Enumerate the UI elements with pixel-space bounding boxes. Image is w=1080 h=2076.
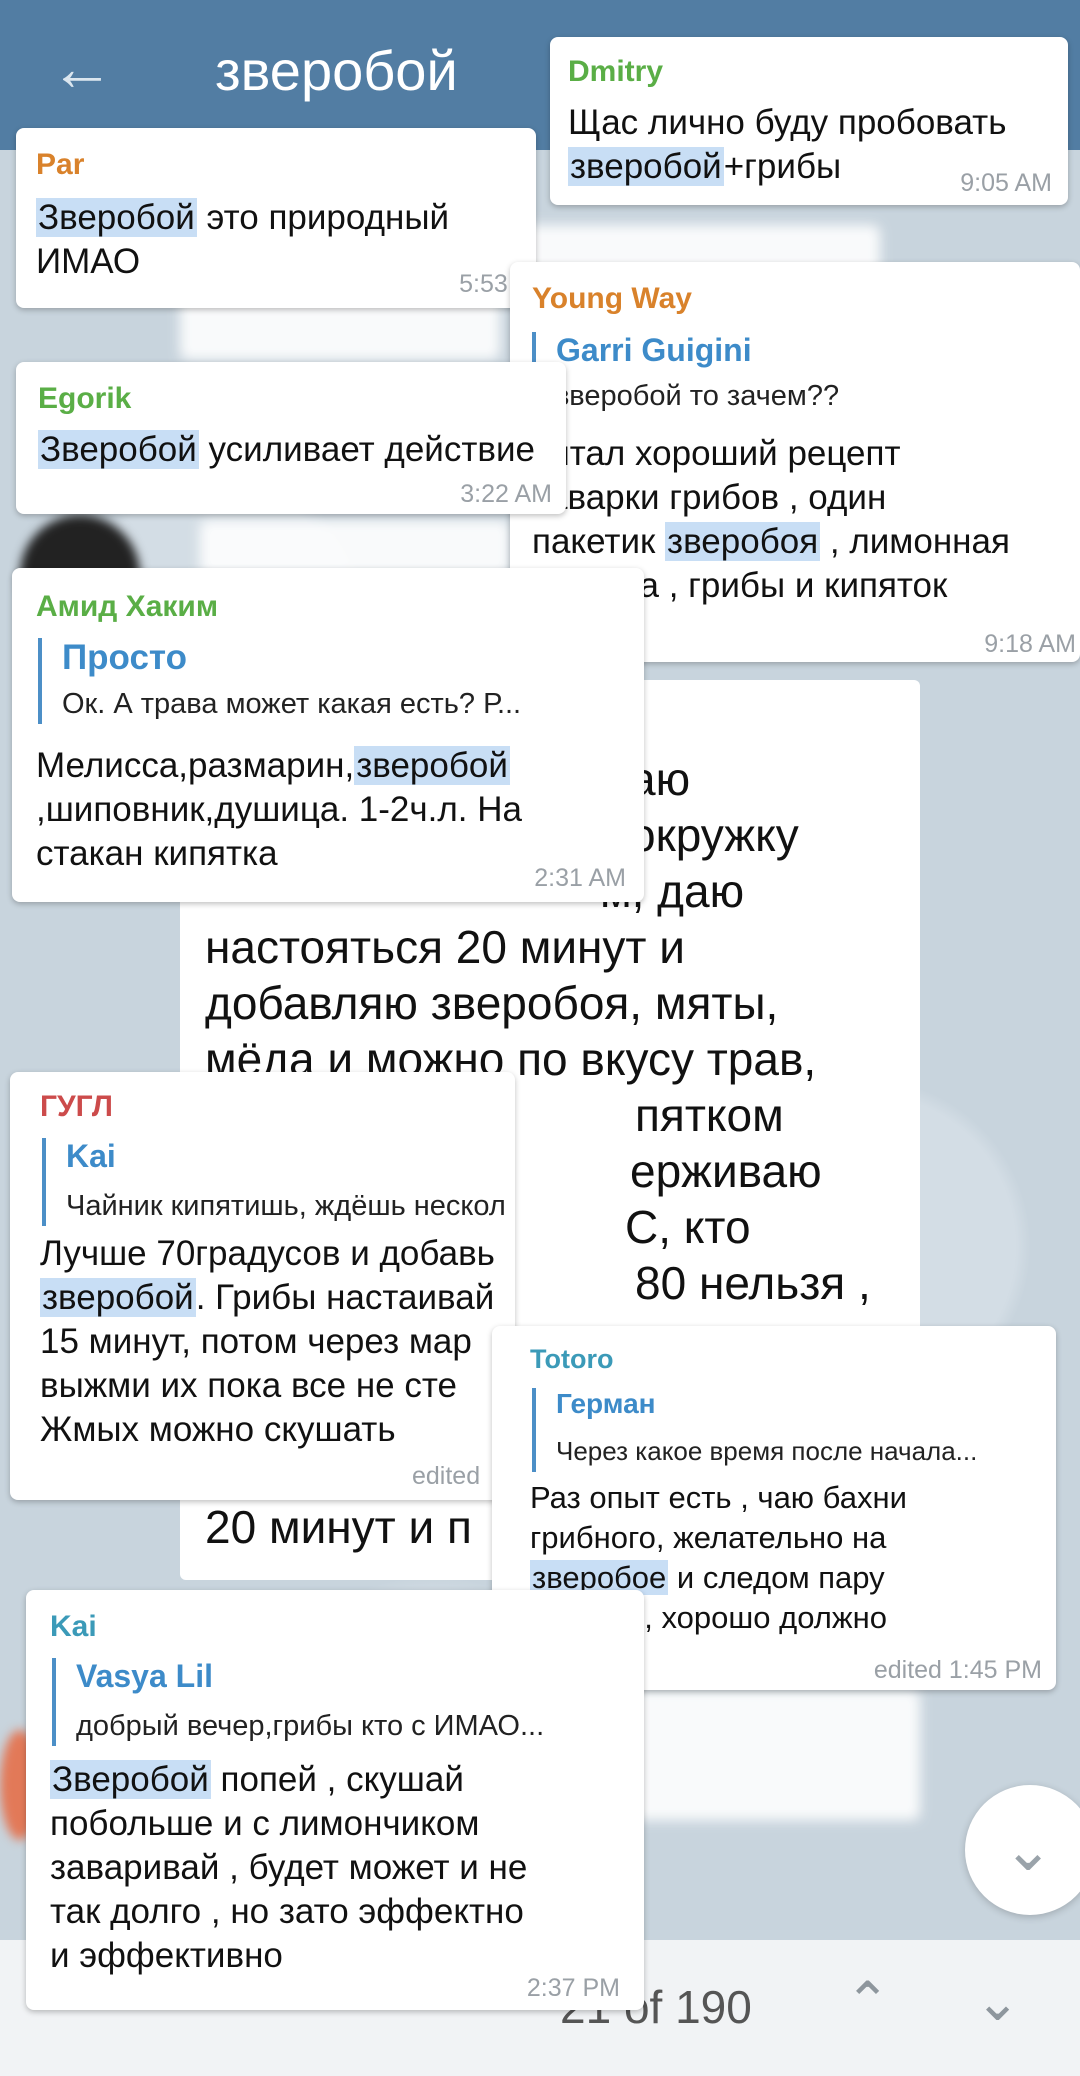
chat-title: зверобой [215, 39, 458, 102]
sender-name: Kai [50, 1610, 97, 1643]
reply-sender: Kai [66, 1138, 116, 1174]
message-line: добавляю зверобоя, мяты, [205, 977, 779, 1029]
reply-sender: Vasya Lil [76, 1658, 213, 1694]
reply-text: Ок. А трава может какая есть? Р... [62, 688, 522, 720]
back-arrow-icon[interactable]: ← [50, 36, 114, 100]
message-time: 9:05 AM [960, 169, 1052, 197]
reply-text: добрый вечер,грибы кто с ИМАО... [76, 1710, 545, 1742]
message-line: 20 минут и п [205, 1501, 472, 1553]
message-text: Лучше 70градусов и добавь зверобой. Гриб… [40, 1234, 495, 1449]
message-text: Зверобой усиливает действие [38, 430, 535, 469]
reply-text: Чайник кипятишь, ждёшь нескол... [66, 1190, 506, 1222]
message-card-kai: Kai Vasya Lil добрый вечер,грибы кто с И… [26, 1590, 644, 2010]
blurred-message [200, 520, 510, 575]
search-highlight: зверобой [40, 1278, 196, 1317]
message-time: 2:37 PM [526, 1974, 620, 2002]
message-card-amid: Амид Хаким Просто Ок. А трава может кака… [12, 568, 644, 902]
sender-name: Par [36, 148, 85, 181]
sender-name: Totoro [530, 1344, 614, 1374]
message-time: 3:22 AM [460, 480, 552, 508]
reply-quote[interactable]: Герман Через какое время после начала... [532, 1388, 1046, 1472]
message-card-gugl: ГУГЛ Kai Чайник кипятишь, ждёшь нескол..… [10, 1072, 515, 1500]
search-highlight: зверобой [354, 746, 510, 785]
message-time: edited [412, 1462, 481, 1490]
message-line: ерживаю [630, 1145, 822, 1197]
blurred-message [620, 1690, 920, 1820]
reply-sender: Просто [62, 638, 187, 677]
scroll-down-icon: ⌄ [1003, 1816, 1054, 1883]
sender-name: Egorik [38, 382, 132, 415]
message-line: настояться 20 минут и [205, 921, 685, 973]
message-card-dmitry: Dmitry Щас лично буду пробовать зверобой… [550, 37, 1068, 205]
message-line: окружку [630, 809, 799, 861]
sender-name: Dmitry [568, 55, 664, 88]
search-highlight: Зверобой [36, 198, 197, 237]
search-highlight: зверобоя [665, 522, 821, 561]
message-text: Щас лично буду пробовать зверобой+грибы [568, 103, 1007, 186]
message-text: Мелисса,размарин,зверобой ,шиповник,души… [36, 746, 522, 873]
message-text: Зверобой попей , скушай побольше и с лим… [50, 1760, 528, 1975]
sender-name: Амид Хаким [36, 590, 219, 623]
message-time: 2:31 AM [534, 864, 626, 892]
reply-quote[interactable]: Garri Guigini зверобой то зачем?? [532, 332, 1056, 414]
message-time: edited 1:45 PM [873, 1656, 1042, 1684]
reply-quote[interactable]: Просто Ок. А трава может какая есть? Р..… [38, 638, 632, 724]
message-card-egorik: Egorik Зверобой усиливает действие 3:22 … [16, 362, 566, 514]
message-card-par: Par Зверобой это природный ИМАО 5:53 A [16, 128, 536, 308]
message-line: пятком [635, 1089, 784, 1141]
reply-text: Через какое время после начала... [556, 1436, 978, 1466]
chevron-up-icon[interactable]: ⌃ [845, 1970, 890, 2033]
reply-sender: Garri Guigini [556, 332, 752, 368]
sender-name: ГУГЛ [40, 1090, 113, 1123]
chevron-down-icon[interactable]: ⌄ [975, 1970, 1020, 2033]
reply-quote[interactable]: Kai Чайник кипятишь, ждёшь нескол... [42, 1138, 506, 1226]
search-highlight: Зверобой [50, 1760, 211, 1799]
message-time: 9:18 AM [984, 630, 1076, 658]
sender-name: Young Way [532, 282, 692, 315]
message-text: Зверобой это природный ИМАО [36, 198, 450, 281]
reply-text: зверобой то зачем?? [556, 380, 840, 412]
search-highlight: зверобой [568, 147, 724, 186]
reply-sender: Герман [556, 1388, 656, 1419]
message-line: 80 нельзя , [635, 1257, 871, 1309]
reply-quote[interactable]: Vasya Lil добрый вечер,грибы кто с ИМАО.… [52, 1658, 641, 1746]
search-highlight: Зверобой [38, 430, 199, 469]
message-line: С, кто [625, 1201, 751, 1253]
